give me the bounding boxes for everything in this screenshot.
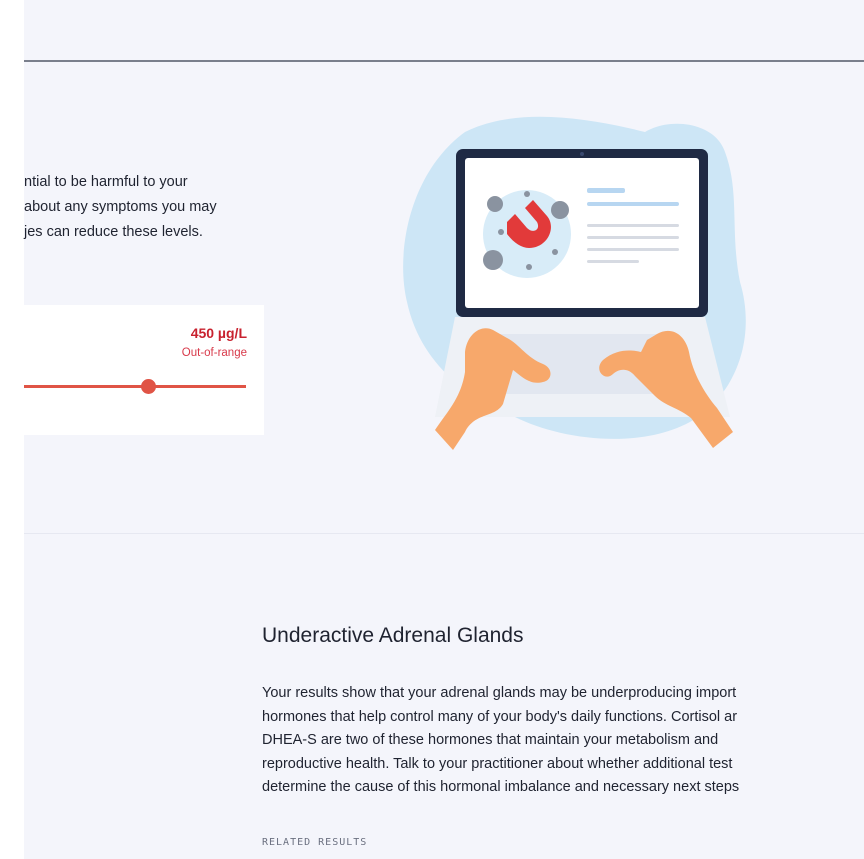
result-value: 450 µg/L	[190, 325, 247, 341]
body-line: reproductive health. Talk to your practi…	[262, 755, 733, 772]
result-description: ntial to be harmful to your about any sy…	[24, 170, 274, 245]
top-header-bar	[24, 0, 864, 62]
range-status-label: Out-of-range	[181, 347, 247, 359]
description-line: about any symptoms you may	[24, 199, 217, 215]
range-card: 450 µg/L Out-of-range	[24, 305, 264, 435]
range-track	[24, 385, 246, 388]
related-results-label: RELATED RESULTS	[262, 837, 368, 848]
body-line: DHEA-S are two of these hormones that ma…	[262, 732, 719, 748]
body-line: determine the cause of this hormonal imb…	[262, 779, 740, 795]
camera-dot	[580, 152, 584, 156]
section-title: Underactive Adrenal Glands	[262, 624, 524, 647]
left-page-edge	[0, 0, 24, 859]
body-line: hormones that help control many of your …	[262, 708, 738, 725]
description-line: jes can reduce these levels.	[24, 224, 203, 240]
body-line: Your results show that your adrenal glan…	[262, 685, 737, 701]
range-marker	[141, 379, 156, 394]
description-line: ntial to be harmful to your	[24, 174, 188, 190]
laptop-magnet-illustration	[395, 112, 770, 452]
section-divider	[24, 533, 864, 534]
section-body: Your results show that your adrenal glan…	[262, 682, 864, 800]
